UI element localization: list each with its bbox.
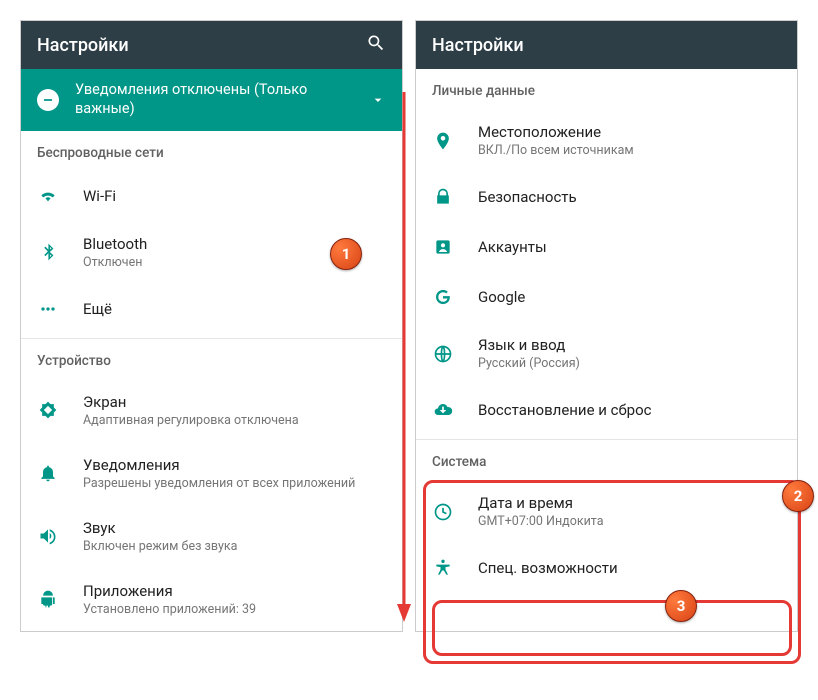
appbar: Настройки — [21, 21, 402, 69]
lock-icon — [432, 186, 454, 208]
notif-title: Уведомления — [83, 456, 386, 474]
phone-right: Настройки Личные данные Местоположение В… — [415, 20, 798, 632]
callout-2: 2 — [782, 480, 814, 512]
row-language[interactable]: Язык и ввод Русский (Россия) — [416, 322, 797, 385]
phone-left: Настройки Уведомления отключены (Только … — [20, 20, 403, 632]
brightness-icon — [37, 399, 59, 421]
section-system: Система — [416, 440, 797, 480]
location-title: Местоположение — [478, 123, 781, 141]
row-accounts[interactable]: Аккаунты — [416, 222, 797, 272]
access-title: Спец. возможности — [478, 559, 781, 577]
security-title: Безопасность — [478, 188, 781, 206]
row-wifi[interactable]: Wi-Fi — [21, 171, 402, 221]
row-accessibility[interactable]: Спец. возможности — [416, 543, 797, 593]
notif-sub: Разрешены уведомления от всех приложений — [83, 476, 386, 491]
callout-1: 1 — [330, 238, 362, 270]
callout-3: 3 — [665, 590, 697, 622]
backup-icon — [432, 399, 454, 421]
sound-title: Звук — [83, 519, 386, 537]
dnd-text: Уведомления отключены (Только важные) — [75, 81, 354, 119]
row-backup[interactable]: Восстановление и сброс — [416, 385, 797, 435]
row-notifications[interactable]: Уведомления Разрешены уведомления от все… — [21, 442, 402, 505]
row-google[interactable]: Google — [416, 272, 797, 322]
accounts-title: Аккаунты — [478, 238, 781, 256]
appbar: Настройки — [416, 21, 797, 69]
android-icon — [37, 588, 59, 610]
location-sub: ВКЛ./По всем источникам — [478, 143, 781, 158]
volume-icon — [37, 525, 59, 547]
backup-title: Восстановление и сброс — [478, 401, 781, 419]
apps-sub: Установлено приложений: 39 — [83, 602, 386, 617]
bluetooth-icon — [37, 241, 59, 263]
row-more[interactable]: Ещё — [21, 284, 402, 334]
row-sound[interactable]: Звук Включен режим без звука — [21, 505, 402, 568]
google-icon — [432, 286, 454, 308]
row-apps[interactable]: Приложения Установлено приложений: 39 — [21, 568, 402, 631]
clock-icon — [432, 501, 454, 523]
sound-sub: Включен режим без звука — [83, 539, 386, 554]
accessibility-icon — [432, 557, 454, 579]
chevron-down-icon — [370, 92, 386, 108]
appbar-title: Настройки — [37, 35, 129, 56]
apps-title: Приложения — [83, 582, 386, 600]
section-personal: Личные данные — [416, 69, 797, 109]
row-security[interactable]: Безопасность — [416, 172, 797, 222]
bell-icon — [37, 462, 59, 484]
wifi-title: Wi-Fi — [83, 187, 386, 205]
more-icon — [37, 298, 59, 320]
row-location[interactable]: Местоположение ВКЛ./По всем источникам — [416, 109, 797, 172]
lang-sub: Русский (Россия) — [478, 356, 781, 371]
dnd-banner[interactable]: Уведомления отключены (Только важные) — [21, 69, 402, 131]
display-sub: Адаптивная регулировка отключена — [83, 413, 386, 428]
dnd-icon — [37, 89, 59, 111]
date-title: Дата и время — [478, 494, 781, 512]
more-title: Ещё — [83, 300, 386, 318]
section-device: Устройство — [21, 339, 402, 379]
globe-icon — [432, 343, 454, 365]
display-title: Экран — [83, 393, 386, 411]
row-datetime[interactable]: Дата и время GMT+07:00 Индокита — [416, 480, 797, 543]
appbar-title: Настройки — [432, 35, 524, 56]
lang-title: Язык и ввод — [478, 336, 781, 354]
google-title: Google — [478, 288, 781, 306]
row-display[interactable]: Экран Адаптивная регулировка отключена — [21, 379, 402, 442]
wifi-icon — [37, 185, 59, 207]
search-icon[interactable] — [366, 33, 386, 58]
date-sub: GMT+07:00 Индокита — [478, 514, 781, 529]
account-icon — [432, 236, 454, 258]
section-wireless: Беспроводные сети — [21, 131, 402, 171]
location-icon — [432, 130, 454, 152]
